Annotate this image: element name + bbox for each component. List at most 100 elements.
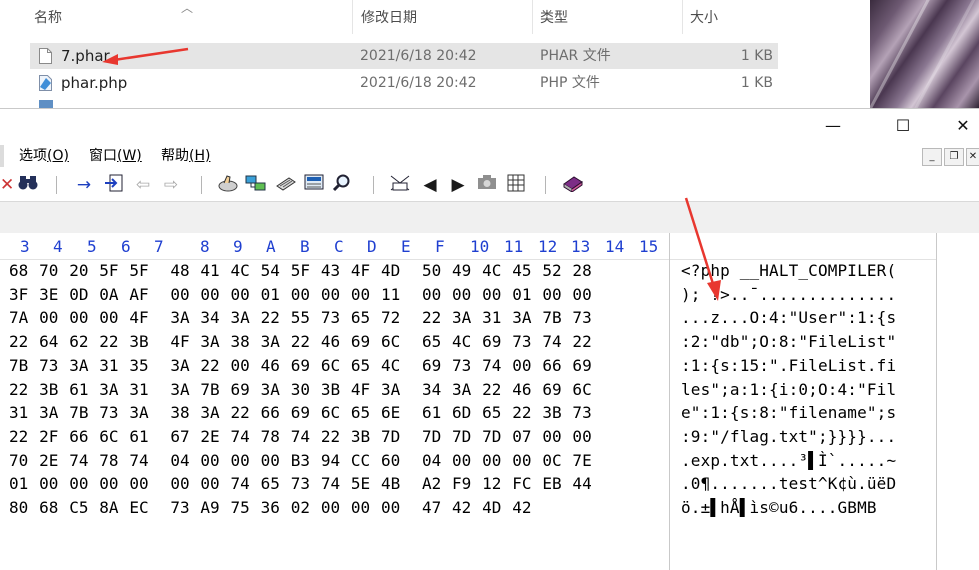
back-arrow-icon[interactable]: ⇦	[132, 174, 154, 196]
column-offset-label: E	[401, 237, 411, 256]
text-dump-row[interactable]: :9:"/flag.txt";}}}}...	[681, 427, 896, 451]
column-offset-label: 11	[504, 237, 524, 256]
hex-bytes-row[interactable]: 22 3B 61 3A 31 3A 7B 69 3A 30 3B 4F 3A 3…	[9, 380, 592, 404]
column-offset-label: 14	[605, 237, 625, 256]
menu-label: 帮助	[161, 148, 189, 164]
network-drive-icon[interactable]	[244, 174, 268, 196]
menu-help[interactable]: 帮助(H)	[161, 145, 210, 167]
file-modified: 2021/6/18 20:42	[360, 75, 477, 91]
column-offset-label: 15	[639, 237, 659, 256]
magnifier-icon[interactable]	[330, 174, 354, 196]
camera-icon[interactable]	[476, 174, 498, 196]
column-offset-label: 13	[571, 237, 591, 256]
column-header-name[interactable]: 名称	[34, 0, 62, 34]
column-offset-label: 7	[154, 237, 164, 256]
column-offset-label: 5	[87, 237, 97, 256]
ram-chip-icon[interactable]	[274, 174, 298, 196]
previous-icon[interactable]: ◀	[421, 174, 439, 196]
maximize-button[interactable]: ☐	[880, 109, 926, 141]
menu-edge	[0, 145, 4, 167]
menu-label: 窗口	[89, 148, 117, 164]
hex-bytes-row[interactable]: 70 2E 74 78 74 04 00 00 00 B3 94 CC 60 0…	[9, 451, 592, 475]
text-dump-row[interactable]: :2:"db";O:8:"FileList"	[681, 332, 896, 356]
text-dump-row[interactable]: :1:{s:15:".FileList.fi	[681, 356, 896, 380]
calculator-icon[interactable]	[302, 174, 326, 196]
toolbar-separator	[373, 176, 374, 194]
hex-bytes-row[interactable]: 68 70 20 5F 5F 48 41 4C 54 5F 43 4F 4D 5…	[9, 261, 592, 285]
menu-label: 选项	[19, 148, 47, 164]
next-icon[interactable]: ▶	[449, 174, 467, 196]
menu-window[interactable]: 窗口(W)	[89, 145, 142, 167]
file-size: 1 KB	[740, 75, 773, 91]
minimize-button[interactable]: —	[810, 109, 856, 141]
file-modified: 2021/6/18 20:42	[360, 48, 477, 64]
hex-calc-icon[interactable]	[388, 174, 412, 196]
sort-up-icon: ︿	[181, 1, 194, 15]
hand-disk-icon[interactable]	[216, 174, 240, 196]
column-header-size[interactable]: 大小	[690, 0, 718, 34]
blank-file-icon	[39, 48, 52, 64]
text-dump-row[interactable]: .exp.txt....³▌Ì`.....~	[681, 451, 896, 475]
column-header-type[interactable]: 类型	[540, 0, 568, 34]
binoculars-icon[interactable]	[15, 174, 41, 196]
hex-bytes-row[interactable]: 7A 00 00 00 4F 3A 34 3A 22 55 73 65 72 2…	[9, 308, 592, 332]
hex-bytes-row[interactable]: 22 2F 66 6C 61 67 2E 74 78 74 22 3B 7D 7…	[9, 427, 592, 451]
text-dump-row[interactable]: les";a:1:{i:0;O:4:"Fil	[681, 380, 896, 404]
menu-bar: 选项(O) 窗口(W) 帮助(H) _ ❐ ✕	[0, 145, 979, 167]
text-dump-row[interactable]: e":1:{s:8:"filename";s	[681, 403, 896, 427]
hex-bytes-row[interactable]: 7B 73 3A 31 35 3A 22 00 46 69 6C 65 4C 6…	[9, 356, 592, 380]
toolbar-separator	[201, 176, 202, 194]
column-offset-label: 6	[121, 237, 131, 256]
replace-icon[interactable]: ✕	[0, 174, 14, 196]
toolbar-separator	[56, 176, 57, 194]
column-offset-label: 4	[53, 237, 63, 256]
text-pane-right-edge	[936, 233, 937, 570]
hex-bytes-row[interactable]: 22 64 62 22 3B 4F 3A 38 3A 22 46 69 6C 6…	[9, 332, 592, 356]
hex-editor-window: — ☐ ✕ 选项(O) 窗口(W) 帮助(H) _ ❐ ✕ ✕ → ⇦ ⇨ ◀ …	[0, 108, 979, 570]
mdi-restore-button[interactable]: ❐	[944, 148, 964, 166]
text-dump-row[interactable]: ...z...O:4:"User":1:{s	[681, 308, 896, 332]
goto-page-icon[interactable]	[102, 174, 126, 196]
toolbar-separator	[545, 176, 546, 194]
column-offset-label: B	[300, 237, 310, 256]
hex-view[interactable]: 3 4 5 6 7 8 9 A B C D E F 10 11 12 13 14 15 68 70 20 5F 5F…	[0, 233, 979, 570]
hex-bytes-row[interactable]: 80 68 C5 8A EC 73 A9 75 36 02 00 00 00 4…	[9, 498, 532, 522]
title-bar[interactable]: — ☐ ✕	[0, 109, 979, 141]
hex-bytes-row[interactable]: 3F 3E 0D 0A AF 00 00 00 01 00 00 00 11 0…	[9, 285, 592, 309]
column-divider[interactable]	[352, 0, 353, 34]
mdi-close-button[interactable]: ✕	[966, 148, 979, 166]
file-name: phar.php	[61, 74, 128, 92]
text-dump-row[interactable]: ö.±▌hÅ▌ìs©u6....GBMB	[681, 498, 877, 522]
toolbar-band	[0, 201, 979, 234]
header-divider	[0, 259, 936, 260]
file-type: PHAR 文件	[540, 48, 611, 64]
column-offset-label: F	[435, 237, 445, 256]
column-offset-label: 3	[20, 237, 30, 256]
column-offset-label: 8	[200, 237, 210, 256]
forward-arrow-icon[interactable]: ⇨	[160, 174, 182, 196]
column-offset-label: D	[367, 237, 377, 256]
file-icon-partial	[39, 100, 53, 108]
hex-text-divider	[669, 233, 670, 570]
column-header-modified[interactable]: 修改日期	[361, 0, 417, 34]
column-offset-label: 10	[470, 237, 490, 256]
hex-bytes-row[interactable]: 31 3A 7B 73 3A 38 3A 22 66 69 6C 65 6E 6…	[9, 403, 592, 427]
column-offset-label: 9	[233, 237, 243, 256]
desktop-wallpaper	[870, 0, 979, 108]
close-button[interactable]: ✕	[940, 109, 979, 141]
red-annotation-arrow	[102, 47, 189, 65]
grid-table-icon[interactable]	[505, 174, 527, 196]
column-divider[interactable]	[532, 0, 533, 34]
text-dump-row[interactable]: .0¶.......test^K¢ù.üëD	[681, 474, 896, 498]
mdi-minimize-button[interactable]: _	[922, 148, 942, 166]
hex-bytes-row[interactable]: 01 00 00 00 00 00 00 74 65 73 74 5E 4B A…	[9, 474, 592, 498]
red-annotation-arrow	[684, 197, 721, 301]
php-file-icon	[39, 75, 52, 91]
column-divider[interactable]	[682, 0, 683, 34]
menu-accelerator: (O)	[47, 148, 69, 164]
menu-accelerator: (H)	[189, 148, 211, 164]
help-book-icon[interactable]	[560, 174, 586, 196]
file-row-phar-php[interactable]: phar.php 2021/6/18 20:42 PHP 文件 1 KB	[30, 70, 778, 96]
menu-options[interactable]: 选项(O)	[19, 145, 69, 167]
goto-arrow-icon[interactable]: →	[72, 174, 96, 196]
